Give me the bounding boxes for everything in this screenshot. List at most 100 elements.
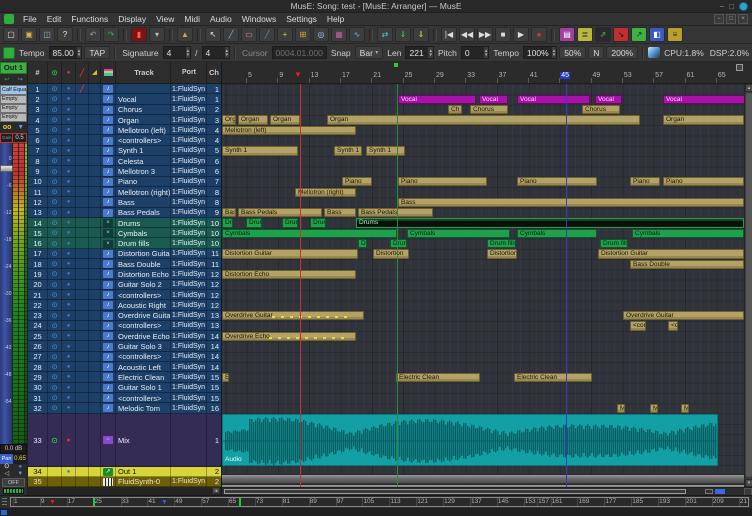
track-row[interactable]: 1⊙●╱♪1:FluidSyn1 [28,84,221,94]
track-channel[interactable]: 13 [207,321,221,331]
part[interactable]: <c [668,321,678,330]
curve-tool-button[interactable]: ∿ [349,27,365,42]
track-channel[interactable]: 12 [207,300,221,310]
new-file-button[interactable]: ▢ [3,27,19,42]
part[interactable]: Organ [663,115,744,124]
track-channel[interactable]: 6 [207,156,221,166]
track-row[interactable]: 8⊙●♪Celesta1:FluidSyn6 [28,156,221,166]
part[interactable]: Bass Pedals [358,208,433,217]
part[interactable]: Cymbals [222,229,397,238]
track-port[interactable]: 1:FluidSyn [171,218,207,228]
mute-icon[interactable] [76,331,89,341]
track-dot-icon[interactable]: ● [62,467,76,477]
track-port[interactable]: 1:FluidSyn [171,372,207,382]
mute-icon[interactable] [76,197,89,207]
track-dot-icon[interactable]: ● [62,84,76,94]
record-arm-icon[interactable]: ⊙ [48,331,62,341]
part[interactable]: Synth 1 [334,146,362,155]
speaker-icon[interactable]: ◁ [0,471,14,478]
track-port[interactable]: 1:FluidSyn [171,238,207,248]
overview-ruler-box[interactable]: 1917253341495765738189971051131211291371… [10,497,749,507]
mute-icon[interactable] [76,94,89,104]
part[interactable]: Piano [342,177,372,186]
horizontal-scrollbar-thumb[interactable] [224,489,686,494]
track-dot-icon[interactable]: ● [62,311,76,321]
effect-slot-1[interactable]: Calf Equali [0,85,27,95]
header-record-icon[interactable]: ⊙ [48,62,62,83]
menu-midi[interactable]: Midi [179,14,205,24]
menu-edit[interactable]: Edit [42,14,67,24]
track-port[interactable]: 1:FluidSyn [171,290,207,300]
mute-icon[interactable] [76,166,89,176]
menu-display[interactable]: Display [113,14,151,24]
track-row[interactable]: 14⊙●×Drums1:FluidSyn10 [28,218,221,228]
mute-icon[interactable] [76,477,89,487]
track-row[interactable]: 28⊙●♪Acoustic Left1:FluidSyn14 [28,362,221,372]
mute-icon[interactable] [76,280,89,290]
open-file-button[interactable]: ▣ [21,27,37,42]
record-arm-icon[interactable]: ⊙ [48,166,62,176]
track-port[interactable]: 1:FluidSyn [171,187,207,197]
track-channel[interactable]: 15 [207,393,221,403]
rewind-button[interactable]: ◀◀ [459,27,475,42]
header-mute-icon[interactable]: ╱ [76,62,89,83]
scrollbar-mini-button[interactable] [705,489,713,494]
track-port[interactable]: 1:FluidSyn [171,403,207,413]
track-port[interactable]: 1:FluidSyn [171,125,207,135]
part[interactable]: Electric Clean [396,373,480,382]
track-row[interactable]: 3⊙●♪Chorus1:FluidSyn2 [28,105,221,115]
track-dot-icon[interactable]: ● [62,177,76,187]
part[interactable]: Mellotron (left) [222,126,356,135]
menu-audio[interactable]: Audio [205,14,237,24]
play-button[interactable]: ▶ [513,27,529,42]
track-row[interactable]: 23⊙●♪Overdrive Guitar1:FluidSyn13 [28,311,221,321]
part[interactable]: Bass [222,208,236,217]
record-arm-icon[interactable]: ⊙ [48,300,62,310]
track-channel[interactable]: 12 [207,290,221,300]
power-icon[interactable]: ʘ [0,464,14,471]
track-dot-icon[interactable]: ● [62,166,76,176]
part[interactable]: Dr [358,239,367,248]
record-arm-icon[interactable]: ⊙ [48,269,62,279]
track-row[interactable]: 6⊙●♪<controllers>1:FluidSyn4 [28,135,221,145]
part[interactable]: Piano [663,177,744,186]
track-port[interactable]: 1:FluidSyn [171,208,207,218]
record-arm-icon[interactable]: ⊙ [48,125,62,135]
save-file-button[interactable]: ◫ [39,27,55,42]
track-channel[interactable]: 2 [207,467,221,477]
track-port[interactable] [171,467,207,477]
mute-icon[interactable] [76,341,89,351]
part[interactable]: Distortion Guitar [222,249,358,258]
track-dot-icon[interactable]: ● [62,208,76,218]
track-port[interactable]: 1:FluidSyn [171,393,207,403]
tap-button[interactable]: TAP [84,46,110,59]
track-dot-icon[interactable]: ● [62,280,76,290]
track-channel[interactable]: 4 [207,135,221,145]
mute-icon[interactable] [76,414,89,467]
close-icon[interactable] [739,2,748,11]
stereo-icon[interactable]: oo [3,124,12,131]
record-arm-icon[interactable]: ⊙ [48,84,62,94]
track-channel[interactable]: 1 [207,94,221,104]
sig-num-spin-buttons[interactable]: ▴▾ [186,47,191,58]
input-routing-icon[interactable]: ↩ [4,76,9,83]
track-port[interactable]: 1:FluidSyn [171,115,207,125]
menu-help[interactable]: Help [322,14,349,24]
track-channel[interactable]: 12 [207,280,221,290]
titlebar[interactable]: MusE: Song: test - [MusE: Arranger] — Mu… [0,0,752,13]
track-channel[interactable]: 11 [207,249,221,259]
track-row[interactable]: 32⊙●♪Melodic Tom1:FluidSyn16 [28,403,221,413]
track-port[interactable]: 1:FluidSyn [171,383,207,393]
track-row[interactable]: 29⊙●♪Electric Clean1:FluidSyn15 [28,372,221,382]
record-arm-icon[interactable] [48,477,62,487]
track-port[interactable]: 1:FluidSyn [171,84,207,94]
track-row[interactable]: 13⊙●♪Bass Pedals1:FluidSyn9 [28,208,221,218]
track-port[interactable]: 1:FluidSyn [171,280,207,290]
mute-icon[interactable] [76,115,89,125]
track-row[interactable]: 18⊙●♪Bass Double1:FluidSyn11 [28,259,221,269]
track-row[interactable]: 16⊙●×Drum fills1:FluidSyn10 [28,238,221,248]
track-row[interactable]: 12⊙●♪Bass1:FluidSyn8 [28,197,221,207]
forward-button[interactable]: ▶▶ [477,27,493,42]
redo-button[interactable]: ↷ [103,27,119,42]
maximize-icon[interactable]: □ [729,2,734,12]
